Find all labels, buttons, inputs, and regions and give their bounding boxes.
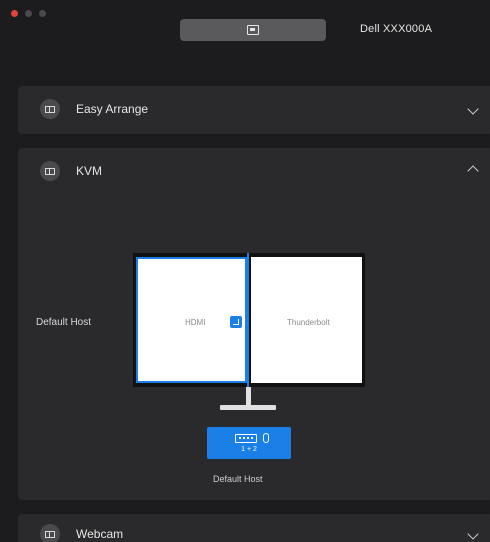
easy-arrange-panel: Easy Arrange bbox=[18, 86, 490, 134]
kvm-icon bbox=[40, 161, 60, 181]
webcam-title: Webcam bbox=[76, 527, 124, 541]
usb-upstream-icon bbox=[230, 316, 242, 328]
device-name[interactable]: Dell XXX000A bbox=[360, 23, 432, 35]
minimize-window-button[interactable] bbox=[25, 10, 32, 17]
webcam-icon bbox=[40, 524, 60, 542]
monitor-icon bbox=[247, 25, 259, 35]
keyboard-caption: 1 + 2 bbox=[241, 446, 257, 453]
monitor-screen: HDMI Thunderbolt bbox=[133, 253, 365, 387]
keyboard-label: Default Host bbox=[213, 474, 263, 484]
title-bar: Dell XXX000A bbox=[0, 0, 490, 70]
app-window: Dell XXX000A Easy Arrange KVM Default Ho… bbox=[0, 0, 490, 542]
easy-arrange-title: Easy Arrange bbox=[76, 102, 149, 116]
webcam-panel: Webcam bbox=[18, 514, 490, 542]
left-source-label: HDMI bbox=[185, 318, 206, 327]
chevron-down-icon[interactable] bbox=[467, 103, 479, 115]
chevron-down-icon[interactable] bbox=[467, 528, 479, 540]
close-window-button[interactable] bbox=[11, 10, 18, 17]
easy-arrange-icon bbox=[40, 99, 60, 119]
kvm-title: KVM bbox=[76, 164, 103, 178]
mouse-icon bbox=[263, 433, 269, 443]
kvm-header[interactable]: KVM bbox=[18, 148, 490, 194]
right-source-pane[interactable]: Thunderbolt bbox=[251, 257, 362, 383]
easy-arrange-header[interactable]: Easy Arrange bbox=[18, 86, 490, 132]
host-label: Default Host bbox=[36, 317, 92, 328]
maximize-window-button[interactable] bbox=[39, 10, 46, 17]
left-source-pane[interactable]: HDMI bbox=[136, 257, 247, 383]
monitor-tab[interactable] bbox=[180, 19, 326, 41]
chevron-up-icon[interactable] bbox=[467, 165, 479, 177]
pane-divider bbox=[247, 253, 249, 387]
webcam-header[interactable]: Webcam bbox=[18, 514, 490, 542]
monitor-stand-neck bbox=[246, 387, 251, 405]
monitor-stand-base bbox=[220, 405, 276, 410]
keyboard-icon bbox=[235, 434, 257, 443]
right-source-label: Thunderbolt bbox=[287, 318, 330, 327]
keyboard-mouse-badge[interactable]: 1 + 2 bbox=[207, 427, 291, 459]
